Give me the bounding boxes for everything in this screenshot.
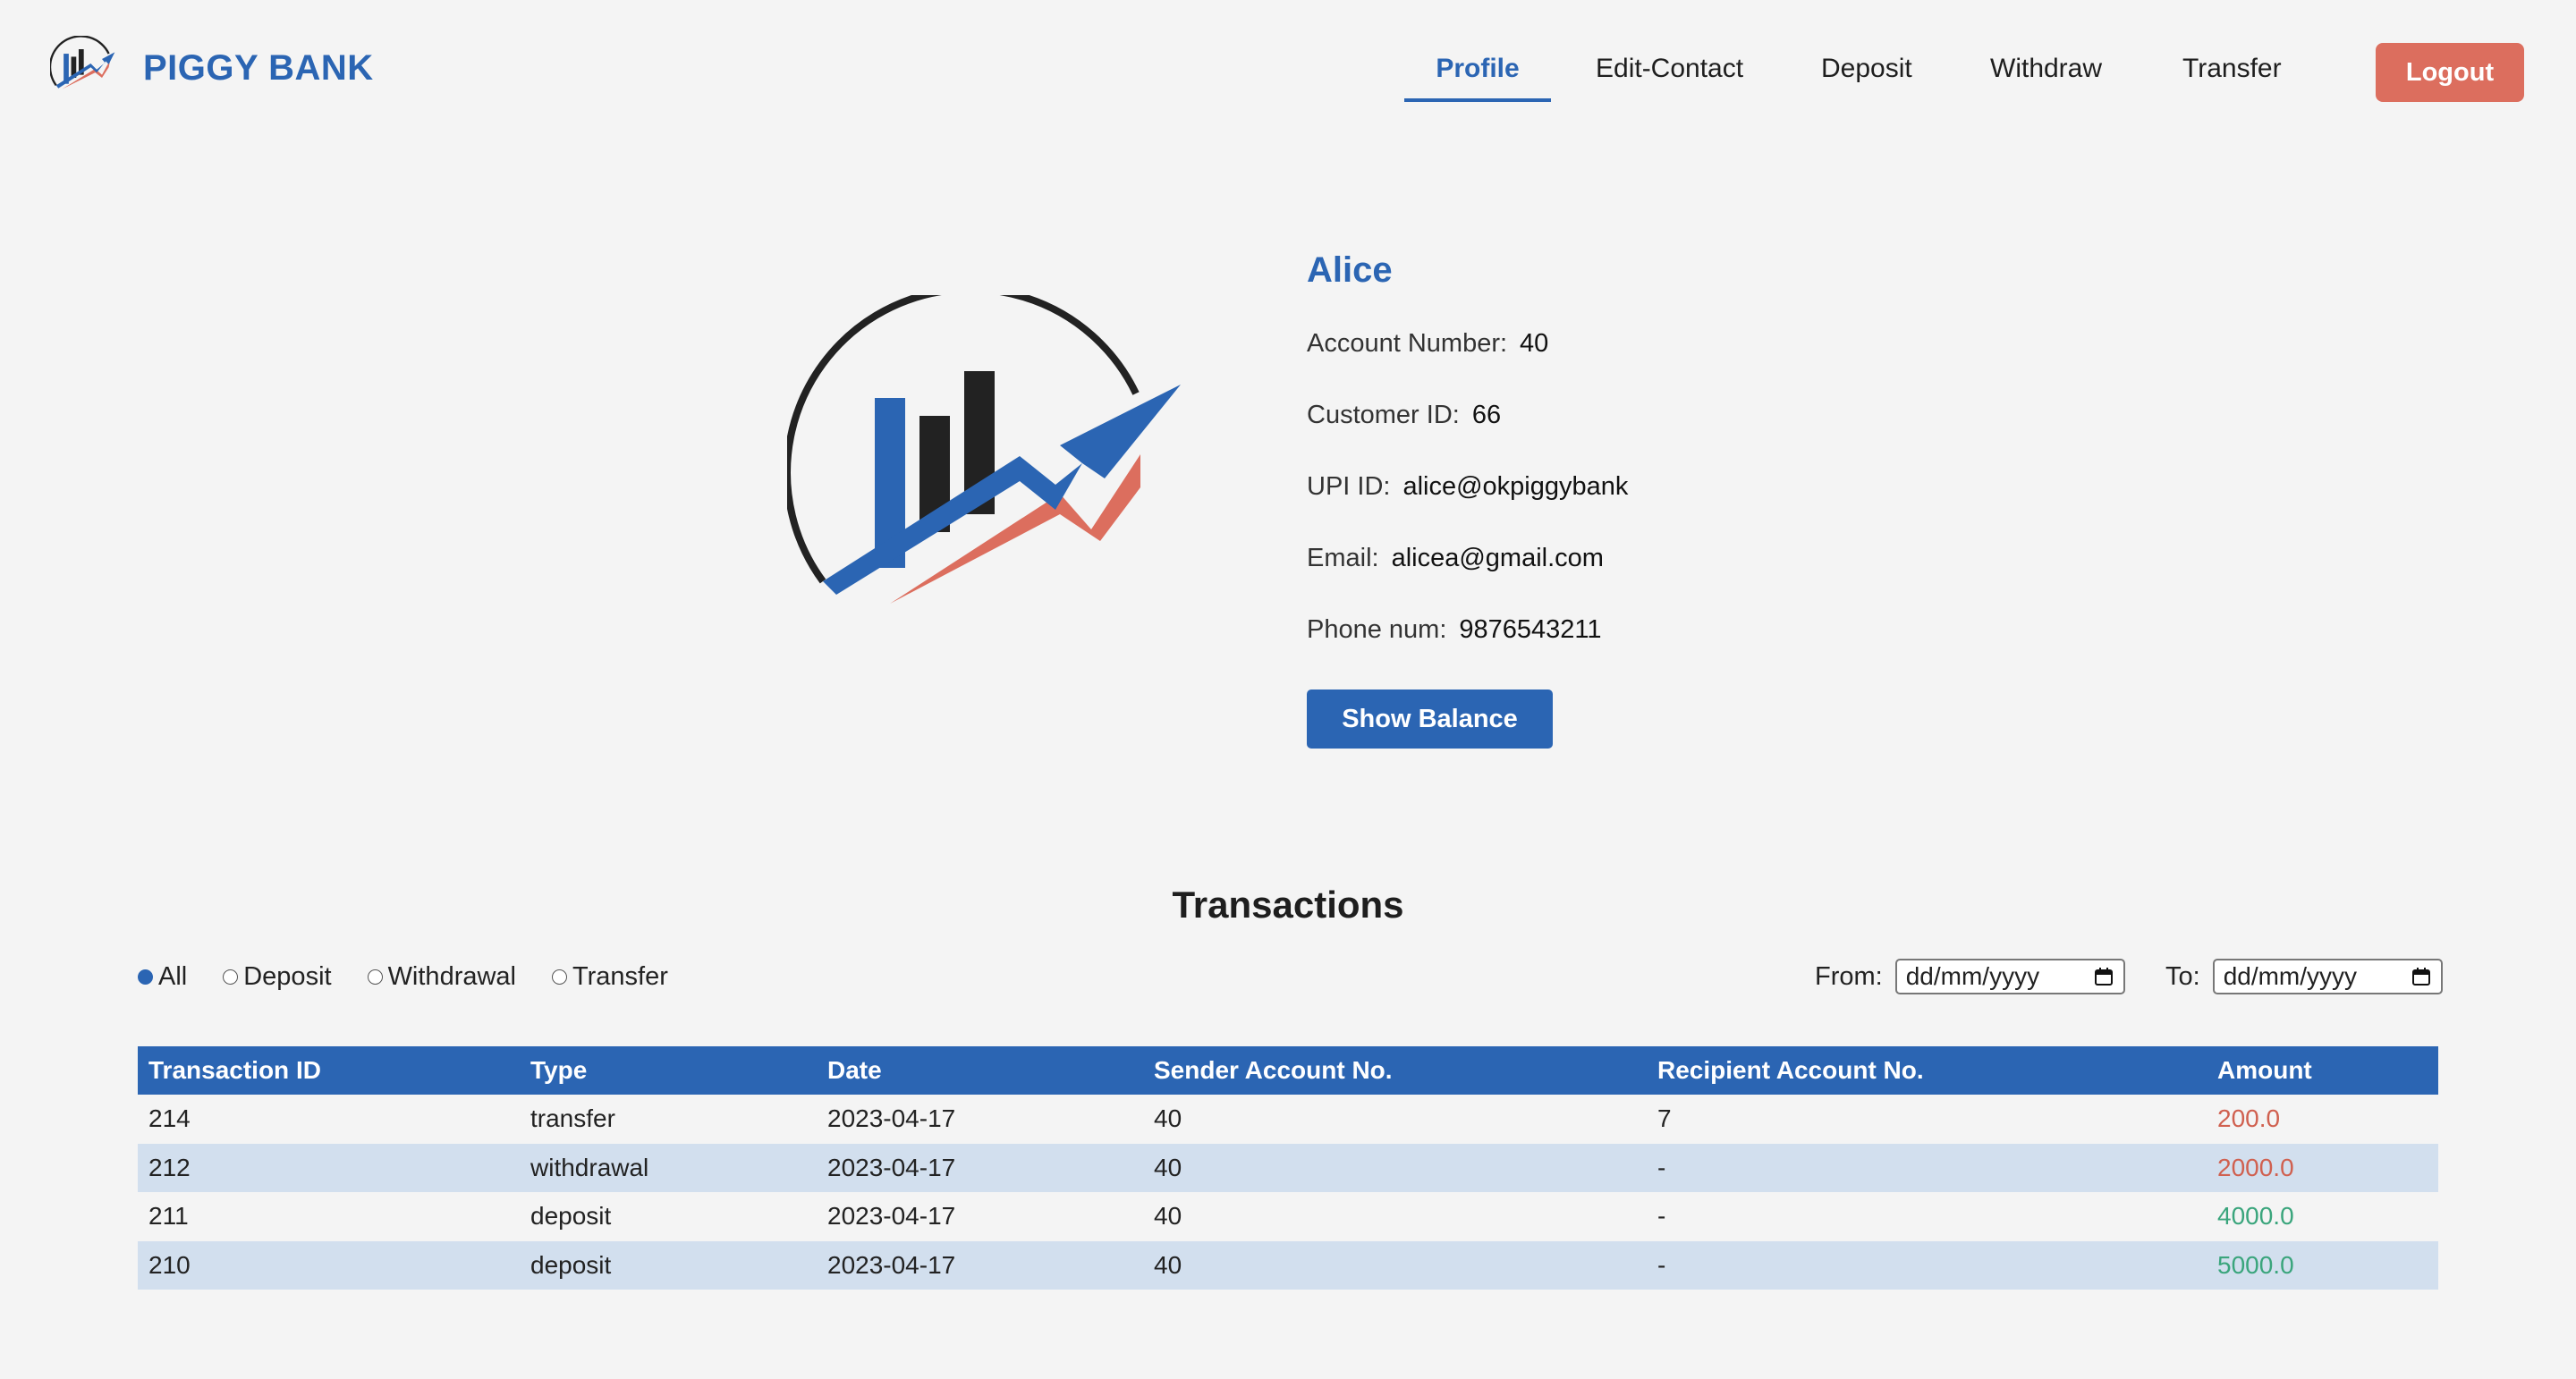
brand-logo-icon[interactable]: [50, 36, 116, 91]
cell-transaction-id: 214: [138, 1095, 520, 1144]
nav-active-underline: [1404, 98, 1551, 102]
filter-withdrawal-label: Withdrawal: [387, 961, 516, 991]
nav-transfer[interactable]: Transfer: [2182, 54, 2282, 84]
account-number-row: Account Number: 40: [1307, 329, 1548, 359]
email-row: Email: alicea@gmail.com: [1307, 544, 1604, 573]
filter-withdrawal[interactable]: Withdrawal: [367, 961, 516, 992]
brand-name[interactable]: PIGGY BANK: [143, 48, 374, 89]
table-row[interactable]: 210 deposit 2023-04-17 40 - 5000.0: [138, 1240, 2438, 1290]
upi-id-label: UPI ID:: [1307, 472, 1391, 501]
col-amount[interactable]: Amount: [2207, 1046, 2438, 1095]
cell-recipient: -: [1647, 1143, 2207, 1192]
phone-value: 9876543211: [1459, 615, 1602, 644]
profile-name: Alice: [1307, 250, 1393, 290]
to-date-filter: To: dd/mm/yyyy: [2165, 959, 2443, 994]
to-label: To:: [2165, 961, 2200, 991]
show-balance-button[interactable]: Show Balance: [1307, 690, 1553, 749]
account-number-label: Account Number:: [1307, 329, 1508, 358]
nav-edit-contact[interactable]: Edit-Contact: [1596, 54, 1743, 84]
radio-transfer[interactable]: [552, 969, 567, 985]
cell-amount: 2000.0: [2207, 1143, 2438, 1192]
cell-type: deposit: [520, 1192, 817, 1241]
cell-amount: 4000.0: [2207, 1192, 2438, 1241]
col-type[interactable]: Type: [520, 1046, 817, 1095]
cell-sender: 40: [1143, 1143, 1647, 1192]
filter-all-label: All: [158, 961, 188, 991]
table-header-row: Transaction ID Type Date Sender Account …: [138, 1046, 2438, 1095]
to-date-input[interactable]: dd/mm/yyyy: [2212, 959, 2443, 994]
col-date[interactable]: Date: [817, 1046, 1143, 1095]
radio-withdrawal[interactable]: [367, 969, 383, 985]
cell-amount: 5000.0: [2207, 1240, 2438, 1290]
radio-deposit[interactable]: [223, 969, 239, 985]
cell-transaction-id: 211: [138, 1192, 520, 1241]
logout-button[interactable]: Logout: [2376, 43, 2524, 102]
from-date-input[interactable]: dd/mm/yyyy: [1894, 959, 2125, 994]
cell-sender: 40: [1143, 1095, 1647, 1144]
transactions-table: Transaction ID Type Date Sender Account …: [138, 1046, 2438, 1290]
nav-withdraw[interactable]: Withdraw: [1990, 54, 2102, 84]
radio-all[interactable]: [138, 969, 153, 985]
customer-id-value: 66: [1471, 401, 1502, 429]
customer-id-label: Customer ID:: [1307, 401, 1460, 429]
col-sender-account[interactable]: Sender Account No.: [1143, 1046, 1647, 1095]
cell-recipient: -: [1647, 1192, 2207, 1241]
cell-type: withdrawal: [520, 1143, 817, 1192]
transactions-title: Transactions: [1172, 884, 1404, 926]
customer-id-row: Customer ID: 66: [1307, 401, 1501, 430]
cell-date: 2023-04-17: [817, 1240, 1143, 1290]
table-row[interactable]: 214 transfer 2023-04-17 40 7 200.0: [138, 1095, 2438, 1144]
top-navbar: PIGGY BANK Profile Edit-Contact Deposit …: [0, 0, 2576, 145]
calendar-icon[interactable]: [2411, 966, 2432, 987]
profile-logo-icon: [787, 295, 1181, 604]
cell-date: 2023-04-17: [817, 1192, 1143, 1241]
phone-label: Phone num:: [1307, 615, 1447, 644]
upi-id-value: alice@okpiggybank: [1402, 472, 1629, 501]
account-number-value: 40: [1520, 329, 1549, 358]
filter-transfer-label: Transfer: [572, 961, 668, 991]
from-date-placeholder: dd/mm/yyyy: [1905, 962, 2040, 990]
cell-recipient: -: [1647, 1240, 2207, 1290]
filter-all[interactable]: All: [138, 962, 187, 992]
col-recipient-account[interactable]: Recipient Account No.: [1647, 1046, 2207, 1095]
phone-row: Phone num: 9876543211: [1307, 615, 1602, 645]
cell-date: 2023-04-17: [817, 1143, 1143, 1192]
filter-transfer[interactable]: Transfer: [552, 962, 668, 992]
filter-deposit[interactable]: Deposit: [223, 961, 332, 992]
to-date-placeholder: dd/mm/yyyy: [2223, 962, 2358, 990]
cell-transaction-id: 210: [138, 1240, 520, 1290]
filter-deposit-label: Deposit: [243, 961, 332, 991]
cell-amount: 200.0: [2207, 1095, 2438, 1144]
from-date-filter: From: dd/mm/yyyy: [1815, 959, 2125, 994]
calendar-icon[interactable]: [2093, 966, 2114, 987]
nav-deposit[interactable]: Deposit: [1821, 54, 1912, 84]
table-row[interactable]: 211 deposit 2023-04-17 40 - 4000.0: [138, 1192, 2438, 1241]
cell-transaction-id: 212: [138, 1143, 520, 1192]
cell-sender: 40: [1143, 1192, 1647, 1241]
cell-sender: 40: [1143, 1240, 1647, 1290]
nav-profile[interactable]: Profile: [1404, 54, 1551, 84]
cell-date: 2023-04-17: [817, 1095, 1143, 1144]
email-value: alicea@gmail.com: [1391, 544, 1604, 572]
table-row[interactable]: 212 withdrawal 2023-04-17 40 - 2000.0: [138, 1143, 2438, 1192]
col-transaction-id[interactable]: Transaction ID: [138, 1046, 520, 1095]
upi-id-row: UPI ID: alice@okpiggybank: [1307, 472, 1628, 502]
from-label: From:: [1815, 961, 1883, 991]
cell-recipient: 7: [1647, 1095, 2207, 1144]
cell-type: transfer: [520, 1095, 817, 1144]
cell-type: deposit: [520, 1240, 817, 1290]
email-label: Email:: [1307, 544, 1379, 572]
transaction-type-filter: All Deposit Withdrawal Transfer: [138, 962, 704, 991]
